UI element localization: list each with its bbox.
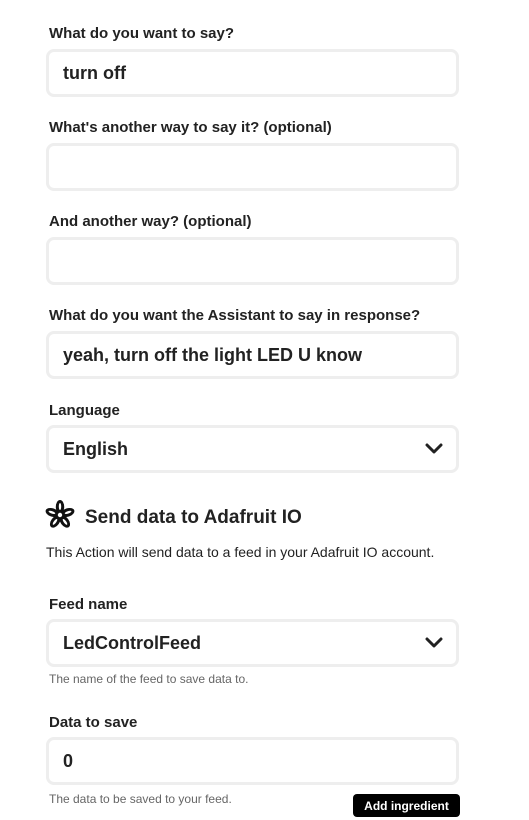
- response-label: What do you want the Assistant to say in…: [49, 307, 421, 324]
- data-input[interactable]: 0: [46, 737, 459, 785]
- language-select-value: English: [63, 438, 129, 459]
- language-label: Language: [49, 402, 120, 419]
- say-alt1-input[interactable]: [46, 143, 459, 191]
- say-input-value: turn off: [63, 62, 126, 83]
- response-input[interactable]: yeah, turn off the light LED U know: [46, 331, 459, 379]
- data-helper-text: The data to be saved to your feed.: [49, 792, 232, 806]
- data-input-value: 0: [63, 750, 74, 771]
- say-label: What do you want to say?: [49, 25, 235, 42]
- response-input-value: yeah, turn off the light LED U know: [63, 344, 362, 365]
- chevron-down-icon: [424, 439, 444, 459]
- data-label: Data to save: [49, 714, 138, 731]
- feed-select[interactable]: LedControlFeed: [46, 619, 459, 667]
- action-header: Send data to Adafruit IO: [45, 500, 302, 535]
- say-alt2-input[interactable]: [46, 237, 459, 285]
- say-alt2-label: And another way? (optional): [49, 213, 252, 230]
- feed-helper-text: The name of the feed to save data to.: [49, 672, 249, 686]
- say-input[interactable]: turn off: [46, 49, 459, 97]
- language-select[interactable]: English: [46, 425, 459, 473]
- feed-select-value: LedControlFeed: [63, 632, 201, 653]
- chevron-down-icon: [424, 633, 444, 653]
- say-alt1-label: What's another way to say it? (optional): [49, 119, 332, 136]
- add-ingredient-button[interactable]: Add ingredient: [353, 794, 460, 817]
- action-title: Send data to Adafruit IO: [85, 506, 302, 528]
- feed-label: Feed name: [49, 596, 128, 613]
- adafruit-logo-icon: [45, 500, 75, 535]
- action-description: This Action will send data to a feed in …: [46, 544, 435, 560]
